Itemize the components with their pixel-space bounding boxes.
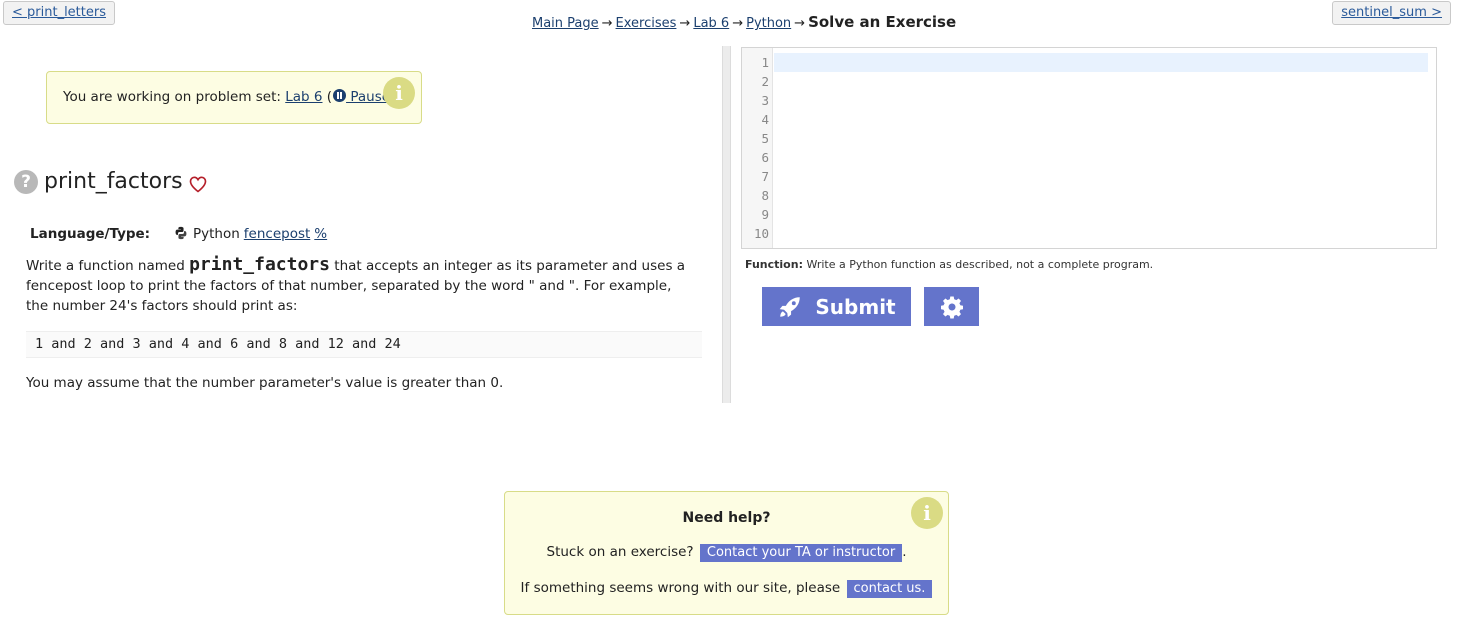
language-type-value: Python fencepost% xyxy=(174,226,327,242)
rocket-icon xyxy=(780,296,801,317)
problem-set-notice: You are working on problem set: Lab 6 ( … xyxy=(46,71,422,124)
contact-ta-button[interactable]: Contact your TA or instructor xyxy=(699,544,903,562)
line-number: 5 xyxy=(761,131,769,146)
language-name: Python xyxy=(193,226,240,242)
line-number: 2 xyxy=(761,74,769,89)
gear-icon xyxy=(940,296,963,318)
tag-modulus[interactable]: % xyxy=(314,226,327,242)
line-number: 3 xyxy=(761,93,769,108)
question-mark-icon[interactable]: ? xyxy=(14,170,38,194)
breadcrumb-separator: → xyxy=(794,16,806,31)
line-number: 10 xyxy=(753,226,769,241)
info-icon[interactable]: i xyxy=(383,77,415,109)
line-number: 4 xyxy=(761,112,769,127)
paren-open: ( xyxy=(322,89,333,105)
sample-output: 1 and 2 and 3 and 4 and 6 and 8 and 12 a… xyxy=(26,331,702,358)
settings-button[interactable] xyxy=(924,287,979,326)
active-line-highlight[interactable] xyxy=(774,53,1428,72)
pause-icon xyxy=(333,89,347,102)
help-title: Need help? xyxy=(682,510,771,526)
hint-text: Write a Python function as described, no… xyxy=(802,258,1154,271)
line-number: 6 xyxy=(761,150,769,165)
line-number-gutter: 1 2 3 4 5 6 7 8 9 10 xyxy=(742,48,773,248)
submit-button[interactable]: Submit xyxy=(762,287,911,326)
help-site-line: If something seems wrong with our site, … xyxy=(505,580,948,598)
pane-resize-handle[interactable] xyxy=(722,46,731,403)
description-text: Write a function named xyxy=(26,258,190,274)
favorite-heart-icon[interactable] xyxy=(188,174,208,194)
code-editor[interactable]: 1 2 3 4 5 6 7 8 9 10 xyxy=(741,47,1437,249)
pause-button[interactable]: Pause xyxy=(332,89,390,105)
hint-label: Function: xyxy=(745,258,803,271)
line-number: 1 xyxy=(761,55,769,70)
breadcrumb-separator: → xyxy=(601,16,613,31)
tag-fencepost[interactable]: fencepost xyxy=(244,226,311,242)
code-type-hint: Function: Write a Python function as des… xyxy=(745,258,1153,271)
line-number: 8 xyxy=(761,188,769,203)
exercise-description: Write a function named print_factors tha… xyxy=(26,255,686,316)
next-exercise-link[interactable]: sentinel_sum > xyxy=(1332,1,1451,25)
breadcrumb-main-page[interactable]: Main Page xyxy=(532,16,599,31)
help-period: . xyxy=(902,544,907,560)
help-ta-text: Stuck on an exercise? xyxy=(546,544,698,560)
breadcrumb: Main Page → Exercises → Lab 6 → Python → Solve a… xyxy=(532,13,956,31)
function-name: print_factors xyxy=(189,254,330,275)
breadcrumb-lab-6[interactable]: Lab 6 xyxy=(693,16,729,31)
problem-set-link[interactable]: Lab 6 xyxy=(285,89,322,105)
breadcrumb-current: Solve an Exercise xyxy=(808,13,957,31)
breadcrumb-exercises[interactable]: Exercises xyxy=(616,16,677,31)
previous-exercise-link[interactable]: < print_letters xyxy=(3,1,115,25)
contact-us-button[interactable]: contact us. xyxy=(846,580,933,598)
need-help-panel: i Need help? Stuck on an exercise? Conta… xyxy=(504,491,949,615)
problem-set-prefix: You are working on problem set: xyxy=(63,89,286,105)
help-site-text: If something seems wrong with our site, … xyxy=(520,580,845,596)
line-number: 7 xyxy=(761,169,769,184)
submit-label: Submit xyxy=(815,294,896,319)
line-number: 9 xyxy=(761,207,769,222)
exercise-title: print_factors xyxy=(44,169,183,194)
breadcrumb-separator: → xyxy=(732,16,744,31)
language-type-label: Language/Type: xyxy=(30,226,151,242)
assumption-text: You may assume that the number parameter… xyxy=(26,375,504,391)
breadcrumb-python[interactable]: Python xyxy=(746,16,791,31)
python-logo-icon xyxy=(175,226,187,240)
help-ta-line: Stuck on an exercise? Contact your TA or… xyxy=(505,544,948,562)
breadcrumb-separator: → xyxy=(679,16,691,31)
